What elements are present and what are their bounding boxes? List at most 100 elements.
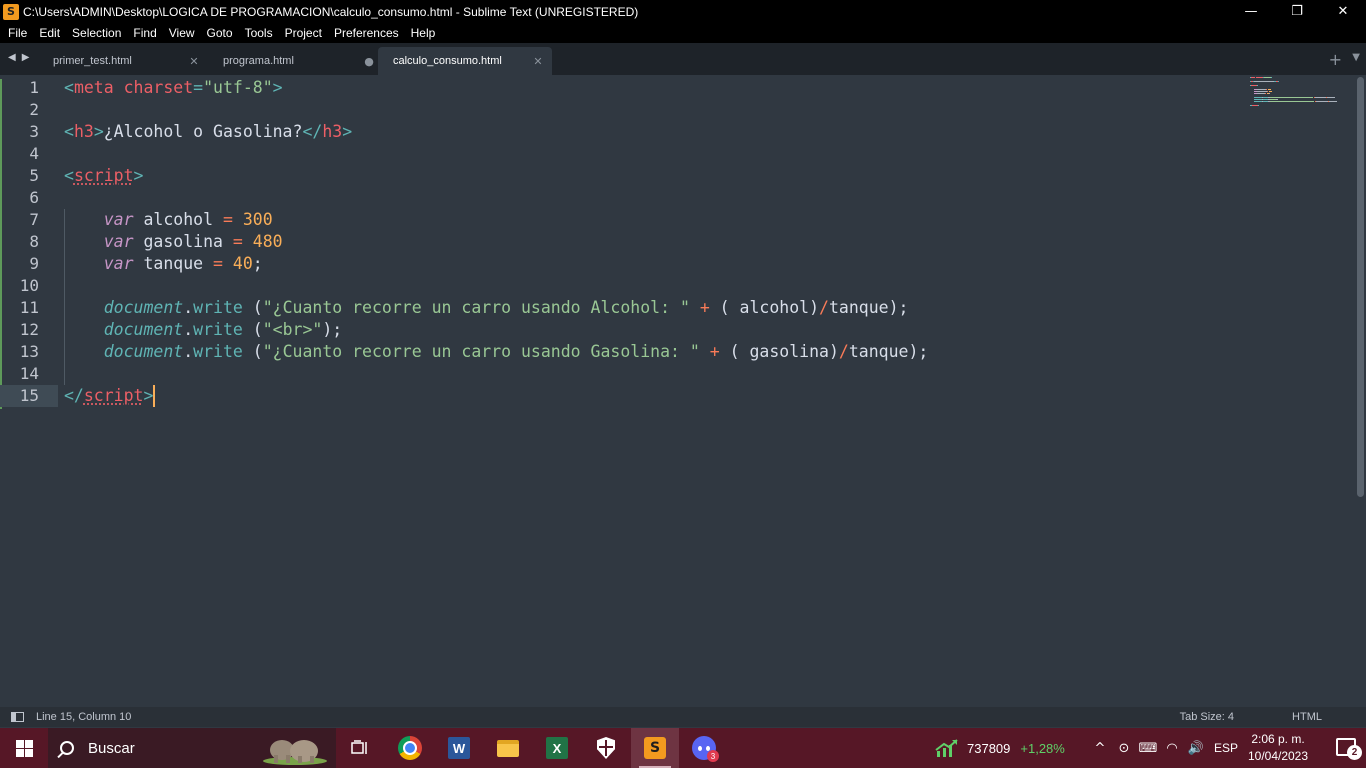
discord-taskbar-button[interactable]: 3 (680, 728, 728, 768)
code-token: script (73, 166, 134, 185)
sublime-taskbar-button[interactable]: S (631, 728, 679, 768)
menu-find[interactable]: Find (127, 26, 162, 40)
wifi-icon[interactable]: ◠ (1160, 741, 1184, 756)
menu-edit[interactable]: Edit (33, 26, 66, 40)
code-token: > (133, 166, 144, 185)
code-token: / (838, 342, 849, 361)
menu-help[interactable]: Help (405, 26, 442, 40)
close-button[interactable]: ✕ (1320, 0, 1366, 23)
menu-project[interactable]: Project (279, 26, 328, 40)
minimap-mark (1254, 81, 1274, 82)
keyboard-ime-icon[interactable]: ⌨ (1136, 741, 1160, 756)
minimap-mark (1257, 93, 1265, 94)
code-token: < (64, 122, 74, 141)
chevron-right-icon[interactable]: ▶ (22, 52, 30, 63)
menu-file[interactable]: File (2, 26, 33, 40)
code-token: 40 (232, 254, 253, 273)
code-line[interactable]: <script> (64, 165, 1366, 187)
search-placeholder: Buscar (88, 739, 135, 757)
start-button[interactable] (0, 728, 48, 768)
shield-icon (597, 737, 615, 759)
close-icon[interactable]: ✕ (524, 55, 552, 68)
close-icon[interactable]: ✕ (180, 55, 208, 68)
code-token: </ (64, 386, 84, 405)
minimap-mark (1256, 77, 1263, 78)
code-token: document (103, 320, 184, 339)
language-indicator[interactable]: ESP (1214, 741, 1238, 755)
line-number: 5 (29, 166, 39, 185)
chevron-left-icon[interactable]: ◀ (8, 52, 16, 63)
code-token: . (183, 342, 194, 361)
code-line[interactable]: var alcohol = 300 (64, 209, 1366, 231)
code-area[interactable]: <meta charset="utf-8"> <h3>¿Alcohol o Gas… (64, 77, 1366, 407)
menu-goto[interactable]: Goto (201, 26, 239, 40)
meet-icon[interactable]: ⊙ (1112, 741, 1136, 756)
tab-size-selector[interactable]: Tab Size: 4 (1180, 711, 1234, 723)
code-line[interactable]: document.write ("¿Cuanto recorre un carr… (64, 297, 1366, 319)
new-tab-icon[interactable]: + (1329, 50, 1342, 69)
code-line[interactable] (64, 275, 1366, 297)
volume-icon[interactable]: 🔊 (1184, 741, 1208, 756)
menu-preferences[interactable]: Preferences (328, 26, 405, 40)
code-token: ; (252, 254, 263, 273)
syntax-selector[interactable]: HTML (1292, 711, 1322, 723)
minimize-button[interactable]: — (1228, 0, 1274, 23)
task-view-button[interactable] (336, 728, 384, 768)
minimap-mark (1271, 77, 1272, 78)
code-line[interactable]: <meta charset="utf-8"> (64, 77, 1366, 99)
code-line[interactable]: document.write ("¿Cuanto recorre un carr… (64, 341, 1366, 363)
word-taskbar-button[interactable]: W (435, 728, 483, 768)
notification-badge: 3 (707, 750, 719, 762)
clock[interactable]: 2:06 p. m. 10/04/2023 (1238, 731, 1318, 765)
code-token: = (232, 232, 243, 251)
chevron-up-icon[interactable]: ^ (1088, 741, 1112, 756)
side-panel-toggle-icon[interactable] (11, 712, 24, 722)
code-token: write (193, 320, 243, 339)
code-line[interactable] (64, 143, 1366, 165)
tab-primer-test[interactable]: primer_test.html ✕ (38, 47, 208, 75)
chrome-taskbar-button[interactable] (386, 728, 434, 768)
file-explorer-taskbar-button[interactable] (484, 728, 532, 768)
taskbar-search-box[interactable]: Buscar (48, 728, 336, 768)
code-token: < (64, 78, 74, 97)
minimap-mark (1254, 97, 1262, 98)
menu-tools[interactable]: Tools (239, 26, 279, 40)
tab-calculo-consumo[interactable]: calculo_consumo.html ✕ (378, 47, 552, 75)
minimap-mark (1278, 81, 1279, 82)
minimap-mark (1268, 89, 1271, 90)
code-token: + (709, 342, 720, 361)
code-line[interactable]: </script> (64, 385, 1366, 407)
code-line[interactable]: var gasolina = 480 (64, 231, 1366, 253)
code-line[interactable]: var tanque = 40; (64, 253, 1366, 275)
code-token: > (342, 122, 353, 141)
menu-selection[interactable]: Selection (66, 26, 127, 40)
minimap[interactable] (1246, 75, 1337, 115)
code-line[interactable]: <h3>¿Alcohol o Gasolina?</h3> (64, 121, 1366, 143)
code-token: charset (123, 78, 194, 97)
maximize-button[interactable]: ❐ (1274, 0, 1320, 23)
chevron-down-icon[interactable]: ▼ (1352, 52, 1360, 63)
minimap-mark (1270, 97, 1313, 98)
code-editor[interactable]: 1 2 3 4 5 6 7 8 9 10 11 12 13 14 15 <meta charset="utf… (0, 75, 1366, 707)
security-taskbar-button[interactable] (582, 728, 630, 768)
code-token: > (93, 122, 104, 141)
stock-widget[interactable]: 737809 +1,28% (935, 728, 1065, 768)
code-line[interactable] (64, 187, 1366, 209)
excel-taskbar-button[interactable]: X (533, 728, 581, 768)
menu-view[interactable]: View (163, 26, 201, 40)
cursor-position: Line 15, Column 10 (36, 711, 132, 723)
notification-center-icon[interactable]: 2 (1336, 738, 1362, 760)
tab-label: primer_test.html (53, 55, 132, 67)
minimap-mark (1257, 85, 1258, 86)
vertical-scrollbar[interactable] (1357, 77, 1364, 497)
code-line[interactable]: document.write ("<br>"); (64, 319, 1366, 341)
code-token: script (83, 386, 144, 405)
code-token: 480 (252, 232, 283, 251)
code-line[interactable] (64, 99, 1366, 121)
code-line[interactable] (64, 363, 1366, 385)
tab-programa[interactable]: programa.html ● (208, 47, 383, 75)
minimap-mark (1270, 101, 1314, 102)
code-token: > (272, 78, 283, 97)
